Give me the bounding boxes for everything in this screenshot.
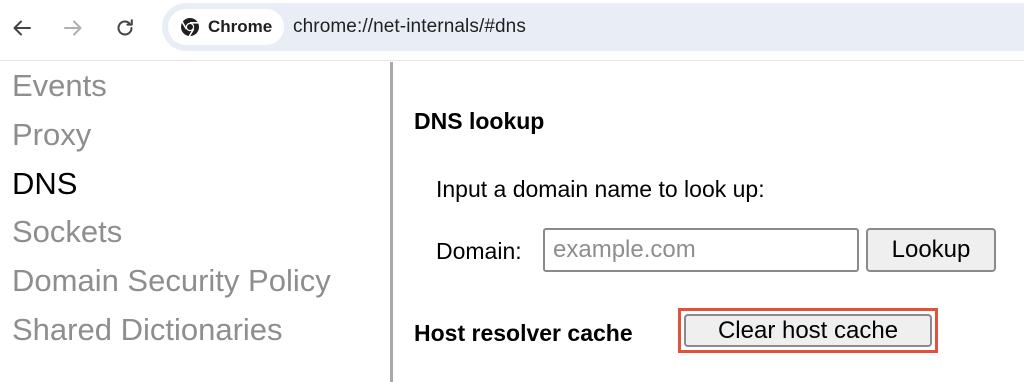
dns-lookup-prompt: Input a domain name to look up: <box>436 176 765 202</box>
arrow-left-icon <box>13 20 31 36</box>
sidebar: Events Proxy DNS Sockets Domain Security… <box>0 62 390 382</box>
reload-button[interactable] <box>111 14 139 42</box>
domain-label: Domain: <box>436 238 522 264</box>
clear-host-cache-highlight: Clear host cache <box>678 308 938 353</box>
sidebar-item-events[interactable]: Events <box>12 68 107 104</box>
dns-panel: DNS lookup Input a domain name to look u… <box>393 62 1024 382</box>
lookup-button[interactable]: Lookup <box>866 228 996 272</box>
chrome-logo-icon <box>181 18 199 37</box>
arrow-right-icon <box>64 20 82 36</box>
url-text[interactable]: chrome://net-internals/#dns <box>293 16 526 38</box>
dns-lookup-heading: DNS lookup <box>414 108 545 134</box>
domain-input[interactable] <box>543 228 859 272</box>
omnibox[interactable]: Chrome chrome://net-internals/#dns <box>162 3 1024 51</box>
browser-toolbar: Chrome chrome://net-internals/#dns <box>0 0 1024 56</box>
sidebar-item-domain-security-policy[interactable]: Domain Security Policy <box>12 263 331 299</box>
host-resolver-cache-heading: Host resolver cache <box>414 320 633 346</box>
sidebar-item-proxy[interactable]: Proxy <box>12 117 91 153</box>
chip-label: Chrome <box>208 17 273 36</box>
clear-host-cache-button[interactable]: Clear host cache <box>684 314 932 347</box>
sidebar-item-shared-dictionaries[interactable]: Shared Dictionaries <box>12 312 283 348</box>
reload-icon <box>117 19 133 36</box>
toolbar-divider <box>0 60 1024 61</box>
site-chip-pill[interactable]: Chrome <box>168 9 285 45</box>
sidebar-item-dns[interactable]: DNS <box>12 166 77 202</box>
forward-button[interactable] <box>59 14 87 42</box>
back-button[interactable] <box>8 14 36 42</box>
sidebar-item-sockets[interactable]: Sockets <box>12 214 122 250</box>
